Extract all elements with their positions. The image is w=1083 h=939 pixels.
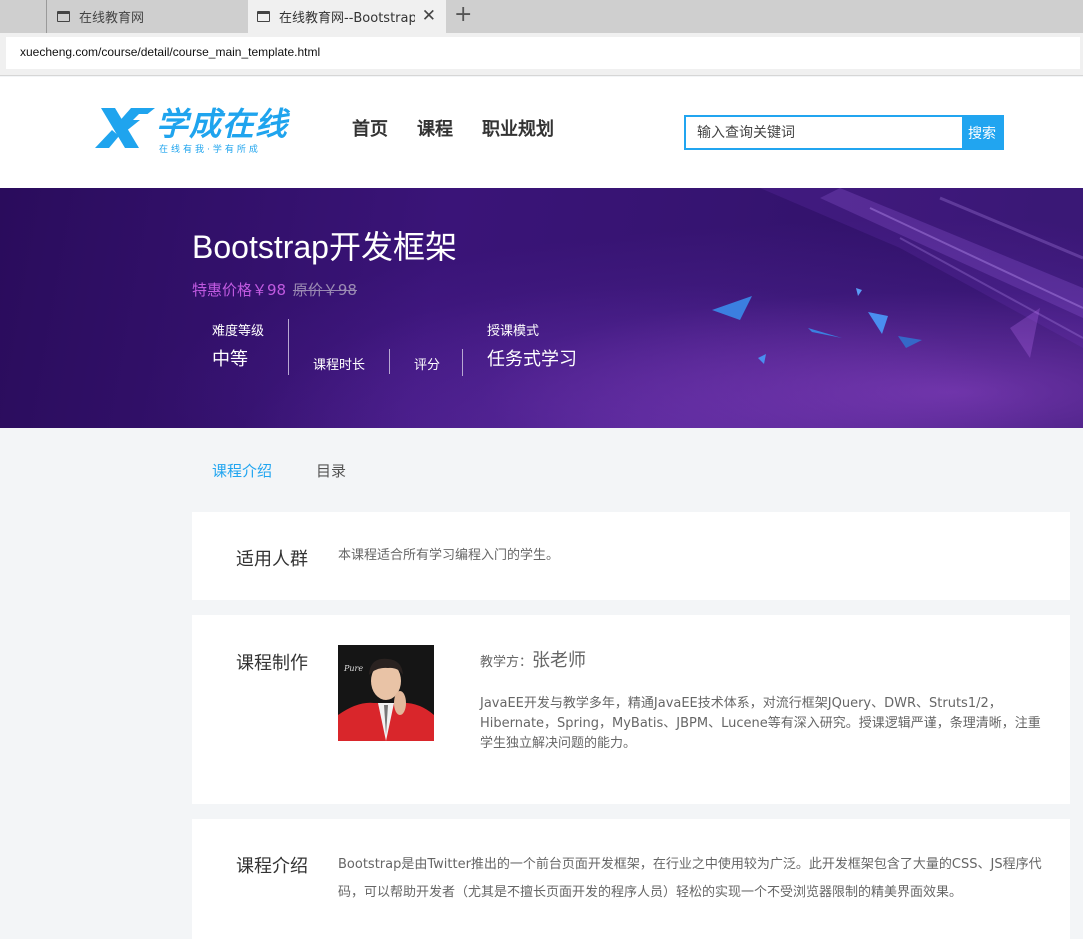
mode-info: 授课模式 任务式学习 <box>487 320 577 371</box>
teacher-line: 教学方：张老师 <box>480 651 586 673</box>
site-logo[interactable]: 学成在线 在线有我·学有所成 <box>95 104 295 155</box>
original-price: 原价￥98 <box>292 281 357 299</box>
address-bar: xuecheng.com/course/detail/course_main_t… <box>0 33 1083 76</box>
audience-text: 本课程适合所有学习编程入门的学生。 <box>338 548 560 563</box>
page-icon <box>257 11 270 22</box>
tab-intro[interactable]: 课程介绍 <box>212 460 272 481</box>
logo-slogan: 在线有我·学有所成 <box>159 145 261 155</box>
search-box: 搜索 <box>684 115 1004 150</box>
intro-text: Bootstrap是由Twitter推出的一个前台页面开发框架，在行业之中使用较… <box>338 857 1042 900</box>
producer-heading: 课程制作 <box>236 653 308 674</box>
logo-text: 学成在线 <box>156 105 289 143</box>
browser-tab-title: 在线教育网--Bootstrap开发框架 <box>279 11 415 26</box>
nav-courses[interactable]: 课程 <box>417 115 453 141</box>
duration-label: 课程时长 <box>313 358 366 373</box>
banner-decoration <box>712 188 1083 364</box>
logo-mark-icon <box>95 108 155 148</box>
tab-catalog[interactable]: 目录 <box>316 460 346 481</box>
audience-card: 适用人群 本课程适合所有学习编程入门的学生。 <box>192 512 1070 600</box>
course-price: 特惠价格￥98 原价￥98 <box>192 279 357 300</box>
content-tabs: 课程介绍 目录 <box>212 460 390 481</box>
close-icon[interactable]: ✕ <box>422 6 436 26</box>
nav-career[interactable]: 职业规划 <box>482 115 554 141</box>
search-input[interactable] <box>686 117 962 148</box>
photo-caption: Pure <box>343 664 363 673</box>
teacher-bio: JavaEE开发与教学多年，精通JavaEE技术体系，对流行框架JQuery、D… <box>480 696 1041 751</box>
main-nav: 首页 课程 职业规划 <box>352 115 583 141</box>
difficulty-info: 难度等级 中等 <box>212 320 264 371</box>
nav-home[interactable]: 首页 <box>352 115 388 141</box>
teacher-name: 张老师 <box>532 650 587 671</box>
new-tab-icon[interactable]: + <box>454 3 472 27</box>
search-button[interactable]: 搜索 <box>962 117 1002 148</box>
difficulty-label: 难度等级 <box>212 324 265 339</box>
intro-heading: 课程介绍 <box>236 856 308 877</box>
teacher-label: 教学方： <box>480 655 533 670</box>
mode-value: 任务式学习 <box>487 349 577 370</box>
duration-info: 课程时长 <box>313 354 365 373</box>
site-header: 学成在线 在线有我·学有所成 首页 课程 职业规划 搜索 <box>0 77 1083 188</box>
info-divider <box>288 319 289 375</box>
browser-tab-home[interactable]: 在线教育网 <box>46 0 247 33</box>
page-icon <box>57 11 70 22</box>
audience-heading: 适用人群 <box>236 549 308 570</box>
rating-label: 评分 <box>414 358 441 373</box>
teacher-avatar: Pure <box>338 645 434 741</box>
browser-tab-bar: 在线教育网 在线教育网--Bootstrap开发框架 ✕ + <box>0 0 1083 33</box>
course-banner: Bootstrap开发框架 特惠价格￥98 原价￥98 难度等级 中等 课程时长… <box>0 188 1083 428</box>
mode-label: 授课模式 <box>487 324 540 339</box>
browser-tab-title: 在线教育网 <box>79 11 145 26</box>
info-divider <box>389 349 390 374</box>
sale-price: 特惠价格￥98 <box>192 281 287 299</box>
browser-tab-course[interactable]: 在线教育网--Bootstrap开发框架 ✕ <box>248 0 446 33</box>
difficulty-value: 中等 <box>212 349 248 370</box>
intro-card: 课程介绍 Bootstrap是由Twitter推出的一个前台页面开发框架，在行业… <box>192 819 1070 939</box>
teacher-photo: Pure <box>338 645 434 741</box>
producer-card: 课程制作 Pure 教学方：张老师 JavaEE开发与教学多年，精通JavaEE… <box>192 615 1070 804</box>
url-field[interactable]: xuecheng.com/course/detail/course_main_t… <box>6 37 1080 69</box>
course-title: Bootstrap开发框架 <box>192 229 457 265</box>
info-divider <box>462 349 463 376</box>
rating-info: 评分 <box>414 354 440 373</box>
